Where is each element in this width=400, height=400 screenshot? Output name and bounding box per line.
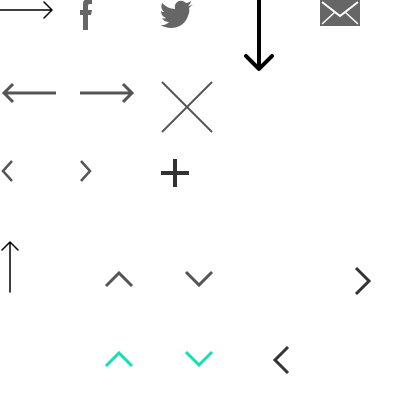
- chevron-left-icon: [272, 345, 292, 375]
- close-icon: [160, 80, 214, 134]
- chevron-right-icon: [352, 266, 372, 296]
- chevron-up-teal-icon: [104, 350, 134, 368]
- chevron-down-teal-icon: [184, 350, 214, 368]
- arrow-down-bold-icon: [240, 0, 276, 74]
- chevron-down-icon: [184, 270, 214, 288]
- chevron-left-small-icon: [0, 158, 16, 184]
- twitter-icon: [160, 0, 194, 28]
- chevron-right-small-icon: [78, 158, 94, 184]
- icon-sprite-sheet: [0, 0, 400, 400]
- arrow-right-thin-icon: [0, 0, 56, 22]
- facebook-icon: [78, 0, 100, 30]
- arrow-right-icon: [78, 80, 136, 106]
- mail-icon: [320, 0, 360, 26]
- chevron-up-icon: [104, 270, 134, 288]
- plus-icon: [160, 158, 190, 188]
- arrow-left-icon: [0, 80, 58, 106]
- arrow-up-thin-icon: [0, 240, 20, 294]
